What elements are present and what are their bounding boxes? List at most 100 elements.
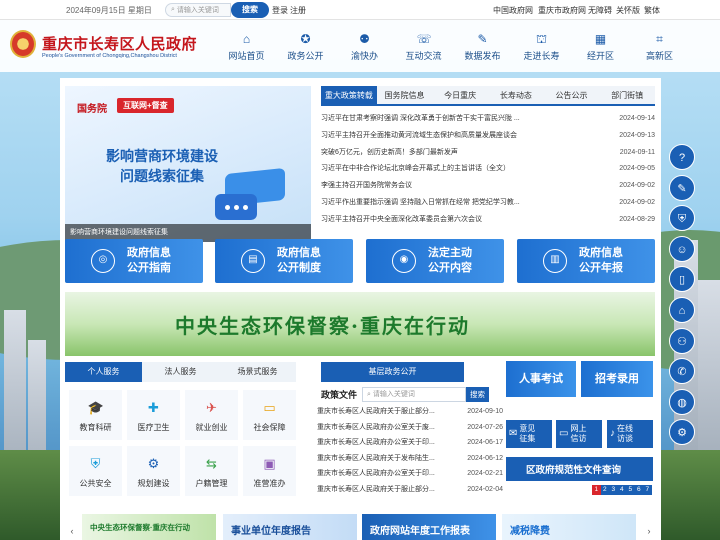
online-petition-button[interactable]: ▭ 网上 信访 [556, 420, 602, 448]
link-china-gov[interactable]: 中国政府网 [493, 5, 533, 16]
top-search-button[interactable]: 搜索 [231, 2, 269, 18]
feature-banner[interactable]: 国务院 互联网+督查 影响营商环境建设 问题线索征集 影响营商环境建设问题线索征… [65, 86, 311, 242]
news-date: 2024-09-02 [619, 182, 655, 190]
ms-label: 意见 征集 [519, 424, 535, 444]
tab-today-chongqing[interactable]: 今日重庆 [432, 86, 488, 104]
doc-item[interactable]: 重庆市长寿区人民政府关于服止部分... 2024-02-04 [317, 482, 503, 498]
doc-item[interactable]: 重庆市长寿区人民政府办公室关于印... 2024-06-17 [317, 435, 503, 451]
top-search-input[interactable]: ⌕ 请输入关键词 [165, 3, 231, 17]
news-item[interactable]: 习近平主持召开全面推动黄河流域生态保护和高质量发展座谈会 2024-09-13 [321, 128, 655, 145]
tab-scenario-service[interactable]: 场景式服务 [219, 362, 296, 382]
service-item[interactable]: ▭ 社会保障 [243, 390, 296, 440]
tab-legal-person-service[interactable]: 法人服务 [142, 362, 219, 382]
eco-inspection-banner[interactable]: 中央生态环保督察·重庆在行动 [65, 292, 655, 356]
carousel-card[interactable]: 政府网站年度工作报表 [362, 514, 496, 540]
weibo-icon[interactable]: ◍ [669, 388, 695, 415]
building-icon[interactable]: ⌂ [669, 296, 695, 323]
news-item[interactable]: 习近平作出重要指示强调 坚持融入日常抓在经常 把党纪学习教... 2024-09-… [321, 195, 655, 212]
link-traditional-chinese[interactable]: 繁体 [644, 5, 660, 16]
news-item[interactable]: 习近平在中非合作论坛北京峰会开幕式上的主旨讲话（全文） 2024-09-05 [321, 161, 655, 178]
news-item[interactable]: 李强主持召开国务院常务会议 2024-09-02 [321, 178, 655, 195]
policy-files-label: 政策文件 [321, 390, 358, 400]
carousel-card[interactable]: 中央生态环保督察·重庆在行动 [82, 514, 216, 540]
tab-announcements[interactable]: 公告公示 [544, 86, 600, 104]
tab-departments[interactable]: 部门街镇 [599, 86, 655, 104]
mobile-icon[interactable]: ▯ [669, 266, 695, 293]
info-disclosure-guide-button[interactable]: ◎ 政府信息 公开指南 [65, 239, 203, 283]
carousel-prev-button[interactable]: ‹ [66, 524, 78, 538]
service-item[interactable]: ✚ 医疗卫生 [127, 390, 180, 440]
service-item[interactable]: ⇆ 户籍管理 [185, 446, 238, 496]
national-emblem-logo[interactable] [10, 30, 36, 58]
nav-gov-open[interactable]: ✪ 政务公开 [276, 20, 335, 72]
nav-home[interactable]: ⌂ 网站首页 [217, 20, 276, 72]
service-tabs: 个人服务 法人服务 场景式服务 [65, 362, 296, 382]
service-item[interactable]: ✈ 就业创业 [185, 390, 238, 440]
doc-item[interactable]: 重庆市长寿区人民政府关于服止部分... 2024-09-10 [317, 404, 503, 420]
site-title[interactable]: 重庆市长寿区人民政府 [42, 33, 197, 54]
nav-about-changshou[interactable]: ⛫ 走进长寿 [512, 20, 571, 72]
settings-icon[interactable]: ⚙ [669, 419, 695, 446]
policy-search-button[interactable]: 搜索 [466, 387, 489, 402]
pager-page[interactable]: 3 [609, 485, 618, 495]
education-icon[interactable]: ✎ [669, 174, 695, 201]
pager-page[interactable]: 7 [643, 485, 652, 495]
info-disclosure-system-button[interactable]: ▤ 政府信息 公开制度 [215, 239, 353, 283]
service-item[interactable]: ▣ 准营准办 [243, 446, 296, 496]
carousel-card[interactable]: 事业单位年度报告 [223, 514, 357, 540]
statutory-disclosure-button[interactable]: ◉ 法定主动 公开内容 [366, 239, 504, 283]
tab-state-council[interactable]: 国务院信息 [377, 86, 433, 104]
news-title: 习近平主持召开全面推动黄河流域生态保护和高质量发展座谈会 [321, 131, 517, 139]
opinion-collection-button[interactable]: ✉ 意见 征集 [506, 420, 552, 448]
info-button-label: 政府信息 公开指南 [127, 246, 171, 276]
eco-banner-title: 中央生态环保督察·重庆在行动 [175, 314, 470, 338]
nav-label: 网站首页 [228, 51, 265, 61]
nav-economic-zone[interactable]: ▦ 经开区 [571, 20, 630, 72]
nav-interaction[interactable]: ☏ 互动交流 [394, 20, 453, 72]
news-item[interactable]: 习近平主持召开中央全面深化改革委员会第六次会议 2024-08-29 [321, 212, 655, 229]
personnel-exam-button[interactable]: 人事考试 [506, 361, 576, 397]
link-chongqing-gov[interactable]: 重庆市政府网 [538, 5, 586, 16]
tab-major-policy[interactable]: 重大政策转载 [321, 86, 377, 104]
link-accessibility[interactable]: 无障碍 [588, 5, 612, 16]
news-item[interactable]: 突破6万亿元，创历史新高！多部门最新发声 2024-09-11 [321, 145, 655, 162]
carousel-next-button[interactable]: › [643, 524, 655, 538]
info-line1: 法定主动 [428, 247, 472, 259]
pager-page[interactable]: 4 [617, 485, 626, 495]
nav-yukuaiban[interactable]: ⚉ 渝快办 [335, 20, 394, 72]
online-interview-button[interactable]: ♪ 在线 访谈 [607, 420, 653, 448]
grassroots-disclosure-title[interactable]: 基层政务公开 [321, 362, 464, 382]
annual-report-button[interactable]: ▥ 政府信息 公开年报 [517, 239, 655, 283]
doc-item[interactable]: 重庆市长寿区人民政府关于发布陆生... 2024-06-12 [317, 451, 503, 467]
qa-icon[interactable]: ? [669, 144, 695, 170]
tab-personal-service[interactable]: 个人服务 [65, 362, 142, 382]
elderly-icon[interactable]: ☺ [669, 235, 695, 262]
carousel-card[interactable]: 减税降费 [502, 514, 636, 540]
login-link[interactable]: 登录 [272, 5, 288, 16]
recruitment-button[interactable]: 招考录用 [581, 361, 653, 397]
service-item[interactable]: ⛨ 公共安全 [69, 446, 122, 496]
register-link[interactable]: 注册 [290, 5, 306, 16]
doc-item[interactable]: 重庆市长寿区人民政府办公室关于废... 2024-07-26 [317, 420, 503, 436]
pager-page[interactable]: 1 [592, 485, 601, 495]
service-item[interactable]: 🎓 教育科研 [69, 390, 122, 440]
news-item[interactable]: 习近平在甘肃考察时强调 深化改革勇于创新苦干实干富民兴陇 ... 2024-09-… [321, 111, 655, 128]
nav-label: 互动交流 [405, 51, 442, 61]
nav-hitech-zone[interactable]: ⌗ 高新区 [630, 20, 689, 72]
site-header: 重庆市长寿区人民政府 People's Government of Chongq… [0, 20, 720, 72]
tab-changshou-news[interactable]: 长寿动态 [488, 86, 544, 104]
shield-icon[interactable]: ⛨ [669, 205, 695, 232]
policy-search-input[interactable]: ⌕ 请输入关键词 [362, 387, 466, 402]
pager-page[interactable]: 5 [626, 485, 635, 495]
nav-data-release[interactable]: ✎ 数据发布 [453, 20, 512, 72]
pager-page[interactable]: 6 [634, 485, 643, 495]
doc-item[interactable]: 重庆市长寿区人民政府办公室关于印... 2024-02-21 [317, 466, 503, 482]
service-item[interactable]: ⚙ 规划建设 [127, 446, 180, 496]
news-title: 突破6万亿元，创历史新高！多部门最新发声 [321, 148, 458, 156]
pager-page[interactable]: 2 [600, 485, 609, 495]
petition-icon: ▭ [559, 428, 569, 439]
network-icon[interactable]: ⚇ [669, 327, 695, 354]
normative-docs-query-button[interactable]: 区政府规范性文件查询 [506, 457, 653, 481]
wechat-icon[interactable]: ✆ [669, 358, 695, 385]
link-care-mode[interactable]: 关怀版 [616, 5, 640, 16]
